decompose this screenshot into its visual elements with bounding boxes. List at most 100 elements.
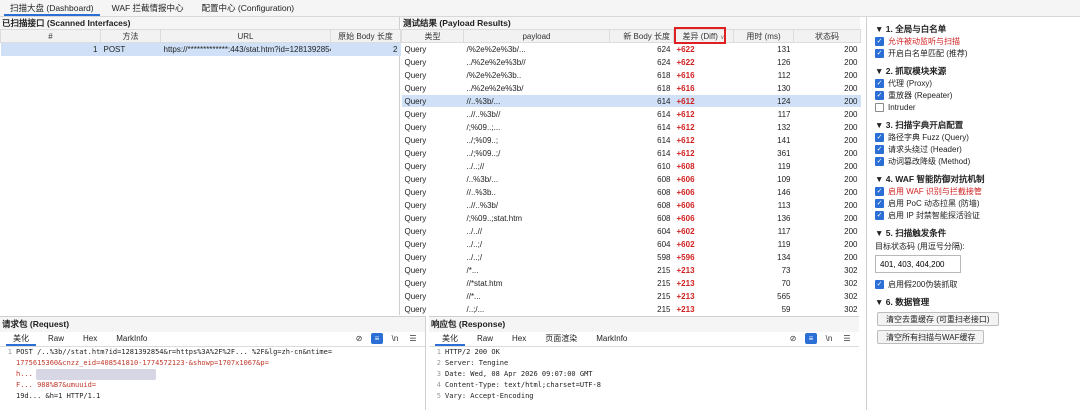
table-row[interactable]: Query ../..//604 +602 117 200: [401, 224, 861, 238]
checkbox[interactable]: ✓: [875, 198, 884, 208]
hide-icon[interactable]: ⊘: [353, 333, 365, 344]
tab-dashboard[interactable]: 扫描大盘 (Dashboard): [4, 1, 100, 16]
row-diff: +622: [673, 55, 734, 69]
clear-all-cache-button[interactable]: 清空所有扫描与WAF缓存: [877, 330, 985, 344]
fake-200-checkbox[interactable]: ✓: [875, 279, 884, 289]
table-row[interactable]: Query/%2e%2e%3b.. 618 +616 112 200: [401, 68, 861, 82]
hide-icon[interactable]: ⊘: [787, 333, 799, 344]
checkbox-row[interactable]: ✓ 启用 IP 封禁智能探活验证: [875, 209, 1080, 221]
table-row[interactable]: Query/;%09..;... 614 +612 132 200: [401, 120, 861, 134]
status-codes-input[interactable]: [875, 255, 961, 273]
column-header-time[interactable]: 用时 (ms): [733, 29, 794, 43]
table-row[interactable]: Query/..%3b/... 608 +606 109 200: [401, 172, 861, 186]
row-diff: +213: [673, 276, 734, 290]
fake-200-checkbox-row[interactable]: ✓ 启用假200伪装抓取: [875, 278, 1080, 290]
table-row[interactable]: Query/%2e%2e%3b/... 624 +622 131 200: [401, 42, 861, 56]
table-row[interactable]: Query ../;%09..;/614 +612 361 200: [401, 146, 861, 160]
table-row[interactable]: Query//..%3b.. 608 +606 146 200: [401, 185, 861, 199]
column-header-index[interactable]: #: [0, 29, 101, 43]
response-tab-markinfo[interactable]: MarkInfo: [589, 333, 634, 346]
column-header-new-length[interactable]: 新 Body 长度: [609, 29, 674, 43]
row-type: Query: [401, 133, 464, 147]
checkbox-row[interactable]: ✓ 启用 WAF 识别与拦截接管: [875, 185, 1080, 197]
checkbox-row[interactable]: ✓ 请求头绕过 (Header): [875, 143, 1080, 155]
newline-icon[interactable]: \n: [389, 333, 401, 344]
table-row[interactable]: Query//*... 215 +213 565 302: [401, 289, 861, 303]
request-tab-raw[interactable]: Raw: [41, 333, 71, 346]
response-tab-pretty[interactable]: 美化: [435, 333, 465, 346]
scanned-interfaces-panel: 已扫描接口 (Scanned Interfaces) # 方法 URL 原始 B…: [0, 17, 401, 315]
table-row[interactable]: Query/*... 215 +213 73 302: [401, 263, 861, 277]
column-header-diff[interactable]: 差异 (Diff) ∨: [673, 27, 734, 44]
checkbox[interactable]: ✓: [875, 210, 884, 220]
table-row[interactable]: Query ../;%09..; 614 +612 141 200: [401, 133, 861, 147]
table-row[interactable]: Query//..%3b/... 614 +612 124 200: [401, 94, 861, 108]
checkbox-row[interactable]: ✓ 开启白名单匹配 (推荐): [875, 47, 1080, 59]
menu-icon[interactable]: ☰: [407, 333, 419, 344]
row-time: 73: [733, 263, 794, 277]
response-tabs: 美化 Raw Hex 页面渲染 MarkInfo ⊘ ≡ \n ☰: [429, 332, 859, 347]
table-row[interactable]: Query ..//..%3b//614 +612 117 200: [401, 107, 861, 121]
checkbox-row[interactable]: Intruder: [875, 101, 1080, 113]
checkbox-row[interactable]: ✓ 路径字典 Fuzz (Query): [875, 131, 1080, 143]
wrap-lines-icon[interactable]: ≡: [805, 333, 817, 344]
checkbox-row[interactable]: ✓ 启用 PoC 动态拉黑 (防墙): [875, 197, 1080, 209]
table-row[interactable]: Query ../..;/598 +596 134 200: [401, 250, 861, 264]
response-tab-raw[interactable]: Raw: [470, 333, 500, 346]
wrap-lines-icon[interactable]: ≡: [371, 333, 383, 344]
row-status: 200: [793, 133, 861, 147]
table-row[interactable]: Query ../..;/604 +602 119 200: [401, 237, 861, 251]
tab-waf-intel[interactable]: WAF 拦截情报中心: [106, 1, 190, 16]
clear-dedup-cache-button[interactable]: 清空去重缓存 (可重扫老接口): [877, 312, 999, 326]
checkbox-label: 启用 IP 封禁智能探活验证: [888, 210, 980, 220]
checkbox[interactable]: ✓: [875, 78, 884, 88]
menu-icon[interactable]: ☰: [841, 333, 853, 344]
checkbox-row[interactable]: ✓ 动词篡改降级 (Method): [875, 155, 1080, 167]
checkbox[interactable]: ✓: [875, 156, 884, 166]
row-status: 302: [793, 302, 861, 316]
request-tab-pretty[interactable]: 美化: [6, 333, 36, 346]
table-row[interactable]: Query ..//..%3b/608 +606 113 200: [401, 198, 861, 212]
row-time: 124: [733, 94, 794, 108]
request-tab-hex[interactable]: Hex: [76, 333, 104, 346]
row-new-length: 610: [609, 159, 674, 173]
response-body[interactable]: 1 HTTP/2 200 OK 2 Server: Tengine 3 Date: W…: [429, 347, 859, 402]
response-tab-hex[interactable]: Hex: [505, 333, 533, 346]
table-row[interactable]: Query ../%2e%2e%3b/618 +616 130 200: [401, 81, 861, 95]
request-tab-markinfo[interactable]: MarkInfo: [109, 333, 154, 346]
checkbox[interactable]: [875, 102, 884, 112]
checkbox-row[interactable]: ✓ 重放器 (Repeater): [875, 89, 1080, 101]
column-header-body-length[interactable]: 原始 Body 长度: [330, 29, 401, 43]
checkbox[interactable]: ✓: [875, 186, 884, 196]
request-body[interactable]: 1 POST /..%3b//stat.htm?id=1281392854&r=h…: [0, 347, 425, 402]
checkbox[interactable]: ✓: [875, 132, 884, 142]
row-new-length: 608: [609, 172, 674, 186]
section-global-items: ✓ 允许被动监听与扫描 ✓ 开启白名单匹配 (推荐): [875, 35, 1080, 59]
column-header-method[interactable]: 方法: [100, 29, 161, 43]
table-row[interactable]: 1 POST https://*************:443/stat.ht…: [0, 42, 401, 56]
row-status: 200: [793, 120, 861, 134]
checkbox[interactable]: ✓: [875, 90, 884, 100]
row-url: https://*************:443/stat.htm?id=12…: [160, 42, 331, 56]
checkbox-row[interactable]: ✓ 允许被动监听与扫描: [875, 35, 1080, 47]
table-row[interactable]: Query ../..;//610 +608 119 200: [401, 159, 861, 173]
table-row[interactable]: Query/..;/... 215 +213 59 302: [401, 302, 861, 316]
column-header-type[interactable]: 类型: [401, 29, 464, 43]
tab-configuration[interactable]: 配置中心 (Configuration): [196, 1, 301, 16]
table-row[interactable]: Query//*stat.htm 215 +213 70 302: [401, 276, 861, 290]
row-status: 200: [793, 211, 861, 225]
table-row[interactable]: Query/;%09..;stat.htm 608 +606 136 200: [401, 211, 861, 225]
checkbox[interactable]: ✓: [875, 48, 884, 58]
row-payload: //*stat.htm: [463, 276, 610, 290]
response-tab-render[interactable]: 页面渲染: [538, 333, 584, 346]
row-body-length: 2: [330, 42, 401, 56]
table-row[interactable]: Query ../%2e%2e%3b//624 +622 126 200: [401, 55, 861, 69]
checkbox[interactable]: ✓: [875, 144, 884, 154]
checkbox[interactable]: ✓: [875, 36, 884, 46]
newline-icon[interactable]: \n: [823, 333, 835, 344]
section-title-global: ▼ 1. 全局与白名单: [875, 24, 947, 34]
column-header-payload[interactable]: payload: [463, 29, 610, 43]
column-header-status[interactable]: 状态码: [793, 29, 861, 43]
column-header-url[interactable]: URL: [160, 29, 331, 43]
checkbox-row[interactable]: ✓ 代理 (Proxy): [875, 77, 1080, 89]
